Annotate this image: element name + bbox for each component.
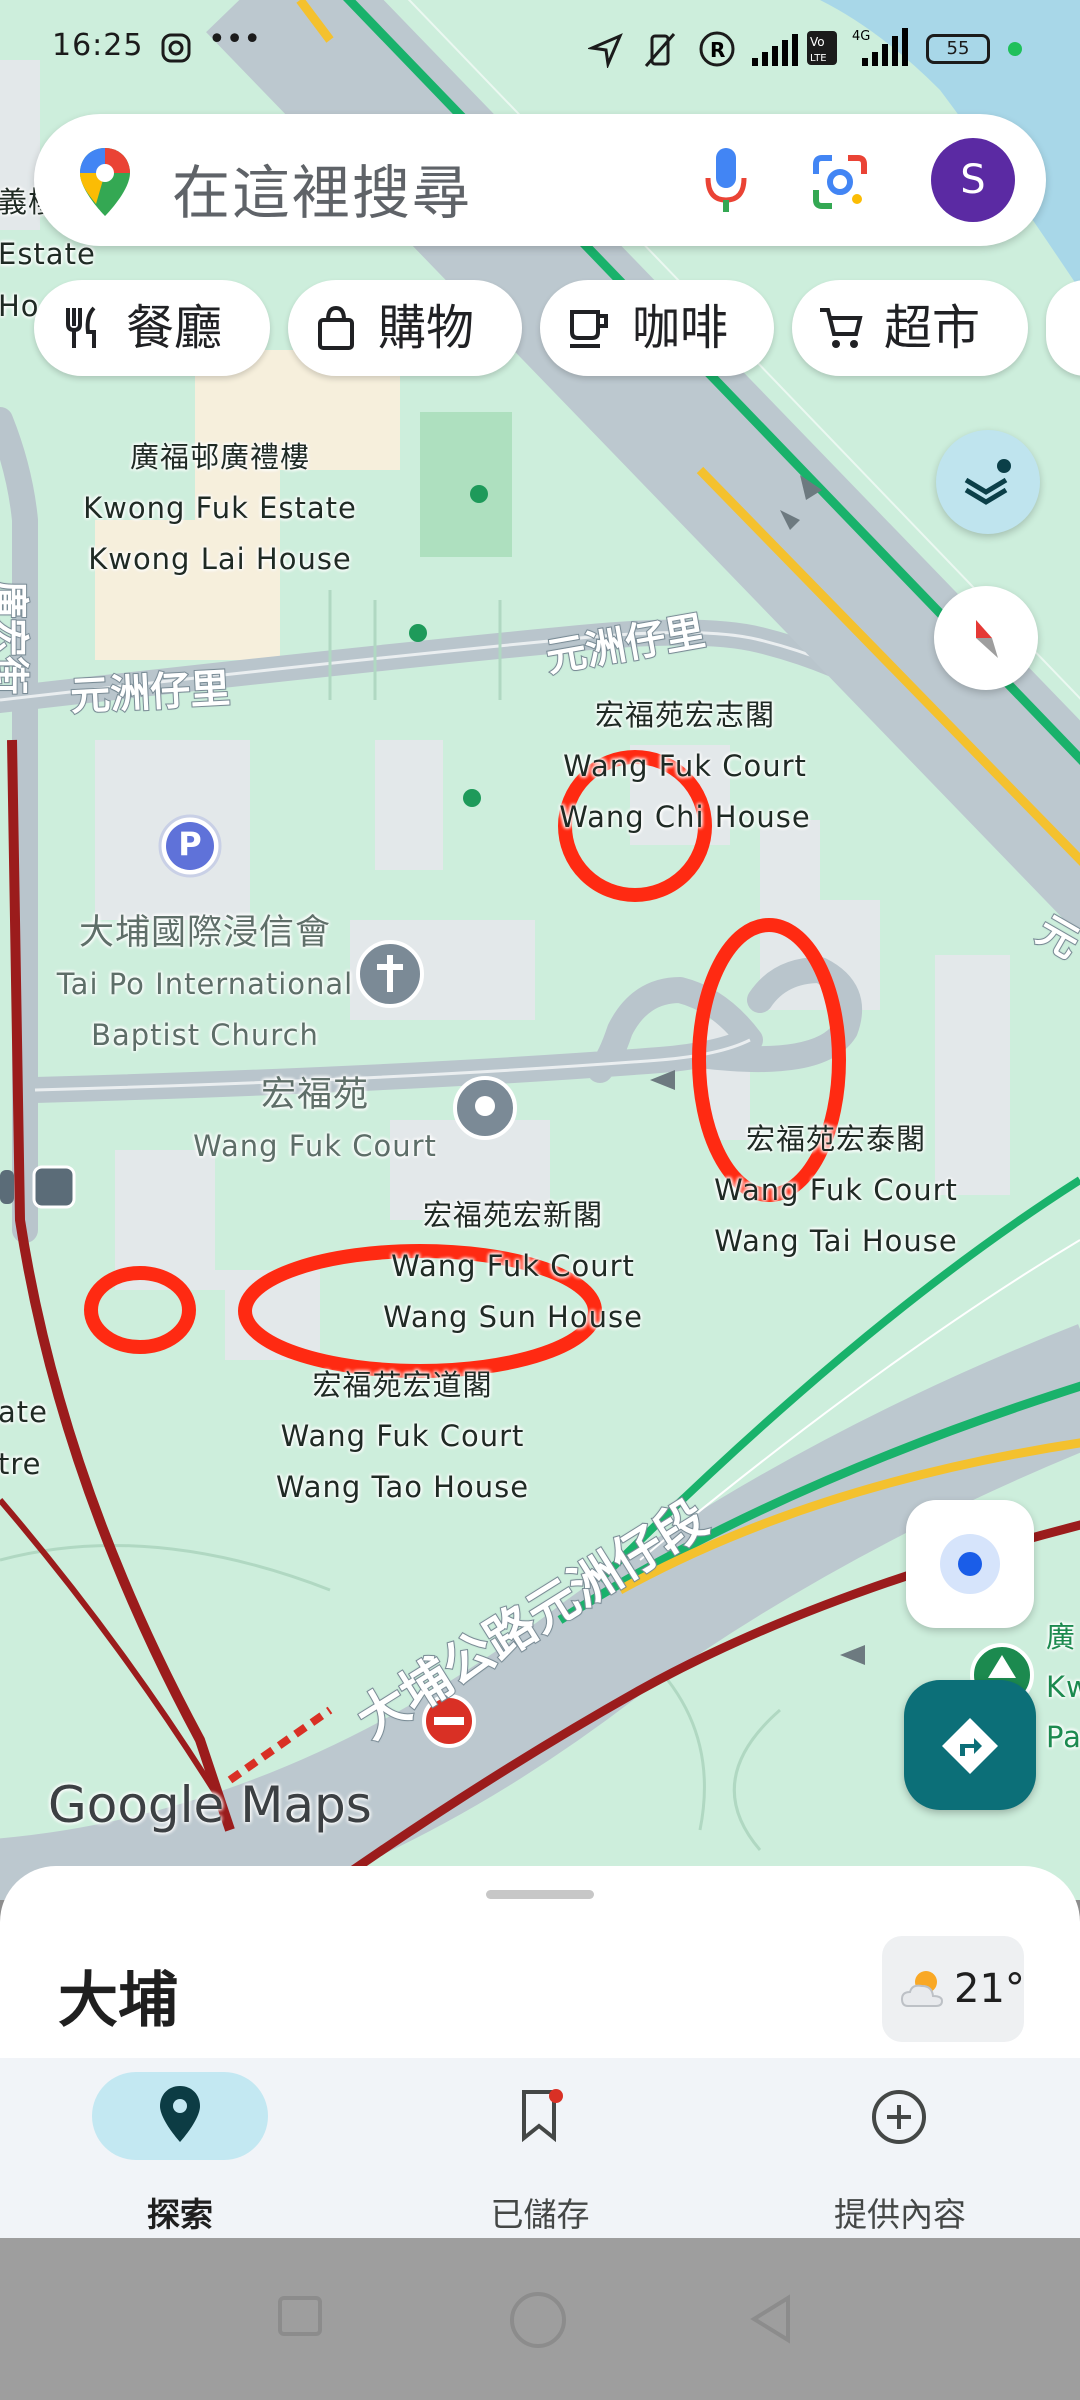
svg-text:R: R — [710, 38, 725, 62]
more-notifications-icon: ••• — [208, 22, 262, 57]
chip-label: 超市 — [884, 300, 981, 356]
battery-level: 55 — [946, 38, 970, 59]
shopping-bag-icon — [318, 306, 354, 350]
google-lens-icon[interactable] — [812, 154, 868, 210]
roaming-icon: R — [699, 31, 735, 67]
area-title: 大埔 — [58, 1966, 178, 2036]
compass-icon — [976, 620, 998, 658]
poi-wang-tai-house[interactable]: 宏福苑宏泰閣 Wang Fuk Court Wang Tai House — [706, 1114, 966, 1267]
fork-knife-icon — [66, 306, 96, 348]
nav-saved[interactable]: 已儲存 — [360, 2058, 720, 2238]
account-avatar[interactable]: S — [931, 138, 1015, 222]
poi-wang-sun-house[interactable]: 宏福苑宏新閣 Wang Fuk Court Wang Sun House — [378, 1190, 648, 1343]
svg-text:4G: 4G — [852, 29, 870, 44]
recent-apps-button[interactable] — [278, 2296, 322, 2336]
search-input[interactable]: 在這裡搜尋 — [172, 146, 472, 230]
weather-chip[interactable]: 21° — [882, 1936, 1025, 2042]
chip-label: 餐廳 — [126, 300, 223, 356]
nav-explore[interactable]: 探索 — [0, 2058, 360, 2238]
signal-icon — [752, 34, 798, 66]
add-circle-icon — [872, 2090, 926, 2144]
vibrate-off-icon — [644, 33, 676, 67]
back-icon[interactable] — [748, 2294, 794, 2344]
nav-contribute[interactable]: 提供內容 — [720, 2058, 1080, 2238]
directions-button[interactable] — [904, 1680, 1036, 1810]
sheet-drag-handle[interactable] — [486, 1890, 594, 1899]
instagram-icon — [161, 33, 191, 63]
road-label-kwong-fuk-street: 廣宏街 — [0, 579, 33, 695]
temperature: 21° — [954, 1966, 1025, 2012]
partly-cloudy-icon — [900, 1971, 944, 2007]
chip-label: 咖啡 — [632, 300, 729, 356]
location-arrow-icon — [588, 33, 623, 68]
edge-label-ate: ate tre — [0, 1395, 48, 1481]
search-bar[interactable]: 在這裡搜尋 S — [34, 114, 1046, 246]
coffee-cup-icon — [570, 310, 608, 348]
chip-supermarket[interactable]: 超市 — [792, 280, 1028, 376]
edge-label-right-park: 廣 Kw Pa — [1046, 1620, 1080, 1754]
nav-label: 提供內容 — [834, 2195, 966, 2234]
road-label-yuen-chau-lane-1: 元洲仔里 — [68, 665, 232, 721]
google-maps-logo-icon — [80, 148, 130, 216]
maps-screen: 廣福邨廣禮樓 Kwong Fuk Estate Kwong Lai House … — [0, 0, 1080, 2400]
map-pin-icon — [160, 2086, 200, 2142]
bookmark-icon — [522, 2089, 563, 2142]
bottom-navigation: 探索 已儲存 提供內容 — [0, 2058, 1080, 2238]
compass-button[interactable] — [934, 586, 1038, 690]
signal-4g-icon: 4G — [852, 28, 908, 66]
poi-wang-fuk-court[interactable]: 宏福苑 Wang Fuk Court — [190, 1070, 440, 1172]
chip-coffee[interactable]: 咖啡 — [540, 280, 774, 376]
poi-wang-tao-house[interactable]: 宏福苑宏道閣 Wang Fuk Court Wang Tao House — [270, 1360, 535, 1513]
chip-shopping[interactable]: 購物 — [288, 280, 522, 376]
poi-baptist-church[interactable]: 大埔國際浸信會 Tai Po International Baptist Chu… — [50, 908, 360, 1061]
system-navigation-bar — [0, 2238, 1080, 2400]
chip-label: 購物 — [378, 300, 475, 356]
battery-icon: 55 — [926, 34, 990, 64]
svg-text:LTE: LTE — [810, 53, 827, 64]
home-button[interactable] — [510, 2292, 566, 2348]
chip-restaurants[interactable]: 餐廳 — [34, 280, 270, 376]
nav-label: 已儲存 — [490, 2195, 590, 2234]
poi-kwong-lai-house[interactable]: 廣福邨廣禮樓 Kwong Fuk Estate Kwong Lai House — [70, 432, 370, 585]
svg-text:Vo: Vo — [810, 35, 825, 49]
parking-label[interactable]: P — [176, 825, 204, 863]
status-time: 16:25 — [52, 28, 144, 63]
volte-icon: Vo LTE — [807, 31, 837, 65]
status-bar: 16:25 ••• R Vo LTE 4G 55 — [0, 0, 1080, 100]
layers-button[interactable] — [936, 430, 1040, 534]
status-dot — [1008, 42, 1022, 56]
directions-icon — [942, 1718, 998, 1774]
layers-icon — [964, 459, 1011, 505]
location-dot — [958, 1552, 982, 1576]
microphone-icon[interactable] — [704, 146, 748, 216]
shopping-cart-icon — [820, 308, 863, 348]
bottom-sheet[interactable]: 大埔 21° — [0, 1866, 1080, 2066]
nav-label: 探索 — [147, 2195, 213, 2234]
poi-wang-chi-house[interactable]: 宏福苑宏志閣 Wang Fuk Court Wang Chi House — [555, 690, 815, 843]
my-location-button[interactable] — [906, 1500, 1034, 1628]
google-maps-watermark: Google Maps — [48, 1776, 372, 1834]
